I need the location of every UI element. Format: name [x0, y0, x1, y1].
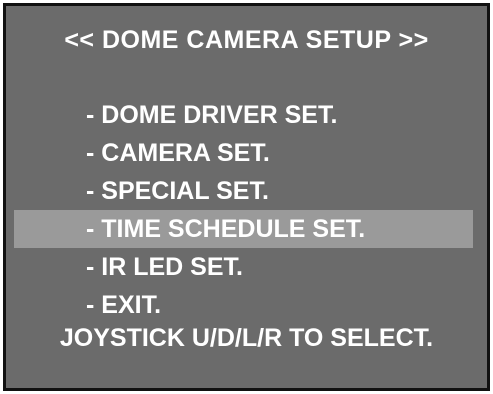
- menu-title: << DOME CAMERA SETUP >>: [64, 26, 429, 54]
- menu-item-camera-set[interactable]: - CAMERA SET.: [6, 134, 487, 172]
- setup-menu: - DOME DRIVER SET. - CAMERA SET. - SPECI…: [6, 96, 487, 324]
- menu-item-ir-led-set[interactable]: - IR LED SET.: [6, 248, 487, 286]
- menu-item-dome-driver-set[interactable]: - DOME DRIVER SET.: [6, 96, 487, 134]
- osd-screen: << DOME CAMERA SETUP >> - DOME DRIVER SE…: [3, 3, 490, 391]
- menu-item-exit[interactable]: - EXIT.: [6, 286, 487, 324]
- instruction-text: JOYSTICK U/D/L/R TO SELECT.: [59, 324, 434, 352]
- menu-item-time-schedule-set[interactable]: - TIME SCHEDULE SET.: [14, 210, 473, 248]
- menu-item-special-set[interactable]: - SPECIAL SET.: [6, 172, 487, 210]
